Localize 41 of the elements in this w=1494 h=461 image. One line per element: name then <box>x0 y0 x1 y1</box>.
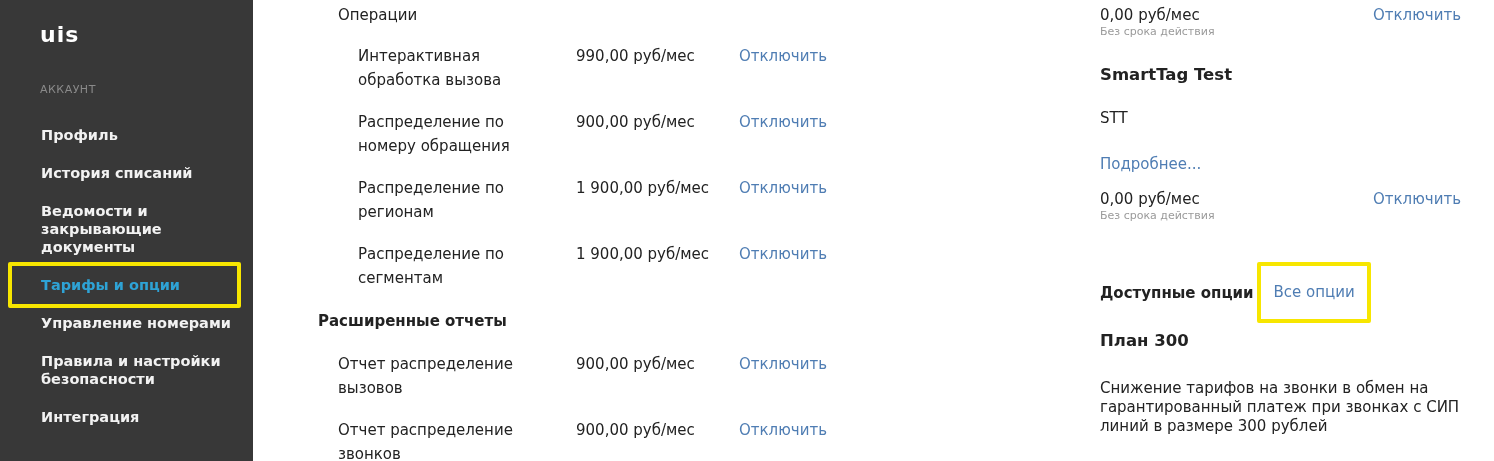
nav-item[interactable]: Профиль <box>8 116 241 154</box>
service-name: Отчет распределение вызовов <box>338 354 514 399</box>
disable-link[interactable]: Отключить <box>1373 187 1461 211</box>
more-link[interactable]: Подробнее... <box>1100 152 1202 176</box>
disable-link[interactable]: Отключить <box>739 110 827 134</box>
service-name: Распределение по сегментам <box>358 244 505 289</box>
service-name: Распределение по регионам <box>358 178 505 223</box>
service-title: SmartTag Test <box>1100 64 1233 86</box>
plan-title: План 300 <box>1100 330 1189 352</box>
nav-item[interactable]: Управление номерами <box>8 304 241 342</box>
service-name: Распределение по номеру обращения <box>358 112 511 157</box>
disable-link[interactable]: Отключить <box>739 418 827 442</box>
service-code: STT <box>1100 108 1128 129</box>
group-heading: Расширенные отчеты <box>318 311 507 332</box>
disable-link[interactable]: Отключить <box>739 242 827 266</box>
service-price: 1 900,00 руб/мес <box>576 244 710 265</box>
nav-item[interactable]: Интеграция <box>8 398 241 436</box>
plan-description: Снижение тарифов на звонки в обмен на гарантированный платеж при звонках с СИП линий в размере 300 рублей <box>1100 379 1461 436</box>
logo: uis <box>40 24 80 46</box>
service-price: 900,00 руб/мес <box>576 112 695 133</box>
section-label: АККАУНТ <box>40 83 96 97</box>
service-price: 0,00 руб/мес <box>1100 5 1200 26</box>
section-heading: Доступные опции <box>1100 282 1254 304</box>
nav-item[interactable]: Правила и настройки безопасности <box>8 342 241 398</box>
disable-link[interactable]: Отключить <box>739 176 827 200</box>
validity-term: Без срока действия <box>1100 24 1215 40</box>
service-price: 900,00 руб/мес <box>576 420 695 441</box>
service-price: 0,00 руб/мес <box>1100 189 1200 210</box>
service-name: Отчет распределение звонков <box>338 420 514 461</box>
service-price: 1 900,00 руб/мес <box>576 178 710 199</box>
all-options-link[interactable]: Все опции <box>1256 262 1371 323</box>
service-price: 990,00 руб/мес <box>576 46 695 67</box>
disable-link[interactable]: Отключить <box>1373 3 1461 27</box>
nav-item[interactable]: Ведомости и закрывающие документы <box>8 192 241 266</box>
nav-item[interactable]: История списаний <box>8 154 241 192</box>
disable-link[interactable]: Отключить <box>739 44 827 68</box>
service-name: Интерактивная обработка вызова <box>358 46 503 91</box>
service-price: 900,00 руб/мес <box>576 354 695 375</box>
disable-link[interactable]: Отключить <box>739 352 827 376</box>
validity-term: Без срока действия <box>1100 208 1215 224</box>
group-heading: Операции <box>338 5 418 26</box>
